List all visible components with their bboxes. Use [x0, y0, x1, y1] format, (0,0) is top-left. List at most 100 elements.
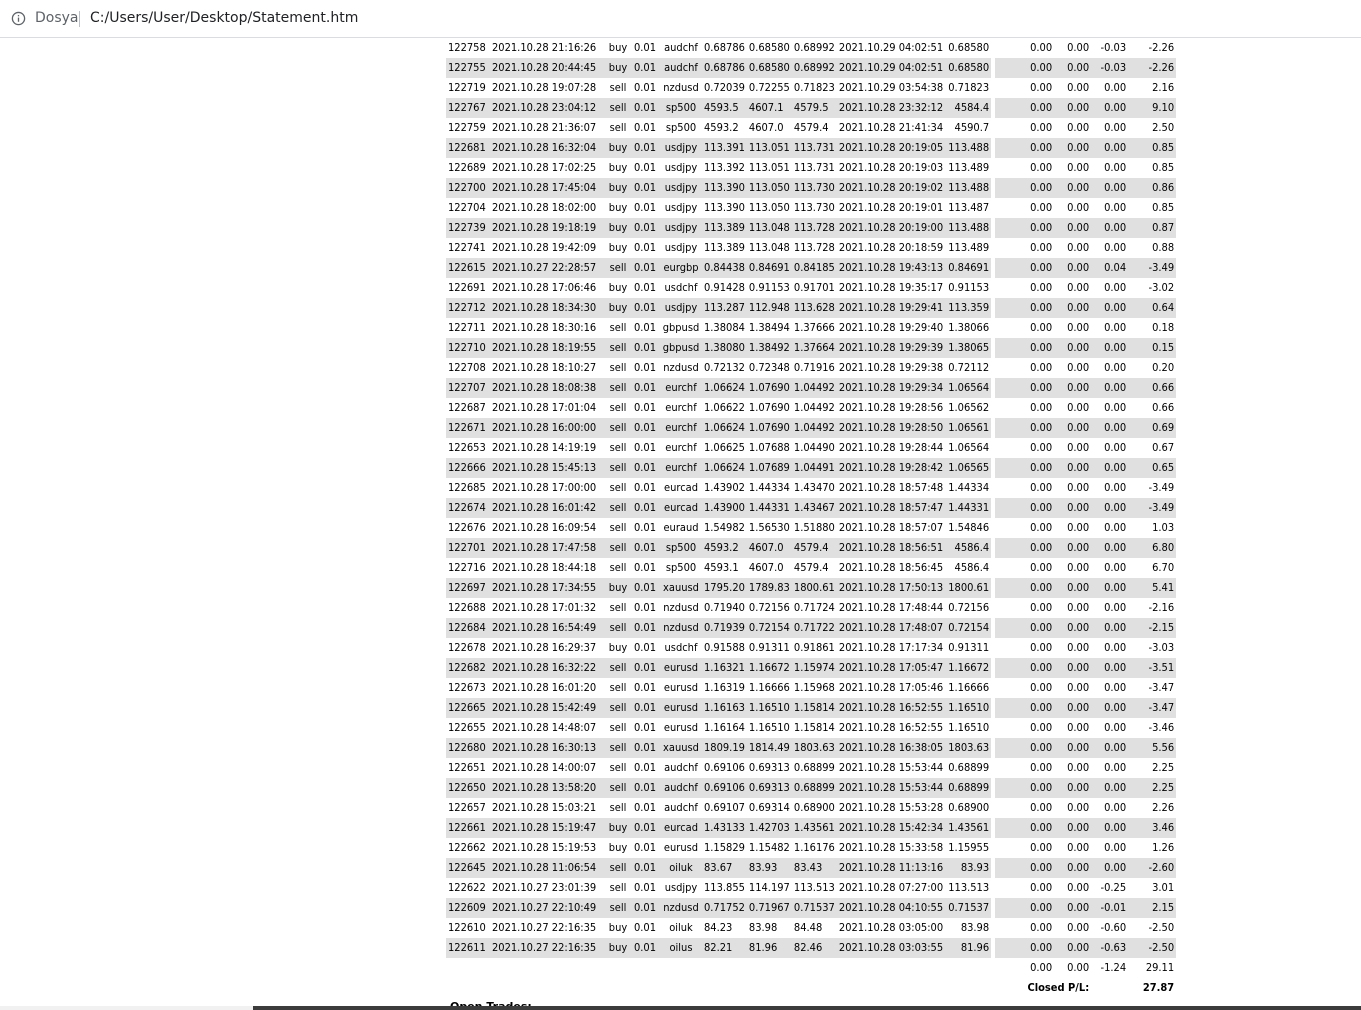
cell-commission: 0.00: [1030, 281, 1053, 294]
cell-commission: 0.00: [995, 858, 1055, 878]
cell-swap: 0.00: [1091, 538, 1129, 558]
cell-take-profit: 1.43561: [791, 818, 837, 838]
cell-ticket: 122755: [446, 58, 490, 78]
cell-swap: 0.00: [1091, 138, 1129, 158]
cell-item: usdjpy: [660, 138, 702, 158]
cell-take-profit: 84.48: [793, 921, 823, 934]
cell-stop-loss: 1.07690: [746, 378, 792, 398]
cell-swap: 0.00: [1091, 698, 1129, 718]
cell-close-time: 2021.10.28 17:50:13: [836, 578, 946, 598]
cell-ticket: 122661: [446, 818, 490, 838]
cell-close-time: 2021.10.28 19:29:40: [838, 321, 944, 334]
cell-type: buy: [604, 218, 632, 238]
cell-open-price: 1.16321: [702, 658, 747, 678]
cell-close-time: 2021.10.28 18:57:48: [838, 481, 944, 494]
cell-commission: 0.00: [995, 58, 1055, 78]
cell-ticket: 122674: [446, 498, 490, 518]
cell-open-time: 2021.10.28 18:08:38: [490, 378, 604, 398]
cell-stop-loss: 1.44331: [746, 498, 792, 518]
page-info-label[interactable]: Dosya: [35, 10, 79, 26]
cell-swap: 0.00: [1091, 858, 1129, 878]
cell-open-price: 113.392: [704, 161, 745, 174]
address-bar[interactable]: Dosya C:/Users/User/Desktop/Statement.ht…: [0, 0, 1361, 38]
cell-profit: 2.26: [1152, 801, 1175, 814]
cell-stop-loss: 0.72348: [748, 361, 790, 374]
cell-taxes: 0.00: [1067, 561, 1090, 574]
cell-ticket: 122650: [446, 778, 490, 798]
cell-open-price: 1.54982: [704, 521, 745, 534]
cell-ticket: 122759: [448, 121, 486, 134]
cell-open-time: 2021.10.28 16:00:00: [490, 418, 604, 438]
cell-open-time: 2021.10.28 23:04:12: [490, 98, 604, 118]
cell-open-price: 1809.19: [702, 738, 747, 758]
cell-ticket: 122767: [446, 98, 490, 118]
cell-close-time: 2021.10.28 20:19:00: [836, 218, 946, 238]
horizontal-scroll-track[interactable]: [0, 1006, 253, 1010]
horizontal-scrollbar-thumb[interactable]: [253, 1006, 1361, 1010]
cell-swap: 0.00: [1091, 418, 1129, 438]
cell-close-time: 2021.10.28 16:52:55: [838, 721, 944, 734]
table-row: 122739 2021.10.28 19:18:19 buy 0.01 usdjpy 11…: [446, 218, 1177, 238]
cell-empty: [632, 958, 660, 978]
cell-ticket: 122704: [448, 201, 486, 214]
table-row: 122615 2021.10.27 22:28:57 sell 0.01 eurgbp 0…: [446, 258, 1177, 278]
cell-take-profit: 113.730: [791, 178, 837, 198]
cell-close-time: 2021.10.28 17:48:07: [836, 618, 946, 638]
cell-open-time: 2021.10.27 22:10:49: [490, 898, 604, 918]
cell-empty: [446, 978, 490, 998]
page-content[interactable]: 122758 2021.10.28 21:16:26 buy 0.01 audchf 0.…: [0, 38, 1361, 1004]
cell-close-price: 0.72156: [948, 601, 990, 614]
cell-item: eurchf: [660, 458, 702, 478]
cell-open-time: 2021.10.28 18:44:18: [492, 561, 597, 574]
cell-profit: 2.25: [1128, 778, 1177, 798]
cell-item: gbpusd: [660, 338, 702, 358]
cell-type: buy: [608, 41, 628, 54]
cell-type: buy: [608, 241, 628, 254]
url-text[interactable]: C:/Users/User/Desktop/Statement.htm: [90, 10, 358, 26]
cell-commission: 0.00: [995, 218, 1055, 238]
cell-taxes: 0.00: [1054, 378, 1092, 398]
cell-close-price: 0.72154: [945, 618, 992, 638]
cell-open-price: 113.391: [702, 138, 747, 158]
cell-item: xauusd: [660, 578, 702, 598]
table-row: 122645 2021.10.28 11:06:54 sell 0.01 oiluk 83…: [446, 858, 1177, 878]
cell-ticket: 122688: [448, 601, 486, 614]
cell-ticket: 122689: [448, 161, 486, 174]
cell-ticket: 122645: [446, 858, 490, 878]
cell-ticket: 122678: [448, 641, 486, 654]
table-row: 122671 2021.10.28 16:00:00 sell 0.01 eurchf 1…: [446, 418, 1177, 438]
cell-close-price: 0.68900: [948, 801, 990, 814]
cell-type: sell: [604, 498, 632, 518]
cell-open-time: 2021.10.28 17:01:04: [492, 401, 597, 414]
cell-size: 0.01: [634, 561, 657, 574]
cell-type: sell: [604, 378, 632, 398]
info-icon[interactable]: [11, 11, 26, 26]
cell-close-time: 2021.10.28 15:53:44: [838, 761, 944, 774]
cell-item: eurchf: [665, 401, 697, 414]
cell-ticket: 122665: [446, 698, 490, 718]
cell-item: eurusd: [663, 681, 699, 694]
cell-ticket: 122711: [448, 321, 486, 334]
cell-commission: 0.00: [995, 698, 1055, 718]
table-row: 122697 2021.10.28 17:34:55 buy 0.01 xauusd 17…: [446, 578, 1177, 598]
cell-close-time: 2021.10.28 19:28:42: [836, 458, 946, 478]
cell-close-price: 113.359: [945, 298, 992, 318]
cell-commission: 0.00: [995, 898, 1055, 918]
cell-commission: 0.00: [995, 138, 1055, 158]
cell-open-price: 0.84438: [702, 258, 747, 278]
cell-stop-loss: 1.16666: [748, 681, 790, 694]
cell-close-price: 81.96: [945, 938, 992, 958]
cell-open-price: 0.71940: [704, 601, 745, 614]
cell-open-price: 1.06624: [702, 378, 747, 398]
cell-close-time: 2021.10.28 15:42:34: [836, 818, 946, 838]
cell-item: usdchf: [664, 641, 698, 654]
cell-open-time: 2021.10.28 19:42:09: [492, 241, 597, 254]
cell-taxes: 0.00: [1054, 498, 1092, 518]
cell-profit: 0.86: [1128, 178, 1177, 198]
cell-close-time: 2021.10.29 03:54:38: [838, 81, 944, 94]
cell-commission: 0.00: [1030, 41, 1053, 54]
cell-size: 0.01: [634, 801, 657, 814]
closed-pl-value: 27.87: [1142, 981, 1175, 994]
cell-stop-loss: 1789.83: [746, 578, 792, 598]
cell-take-profit: 1.04492: [791, 418, 837, 438]
